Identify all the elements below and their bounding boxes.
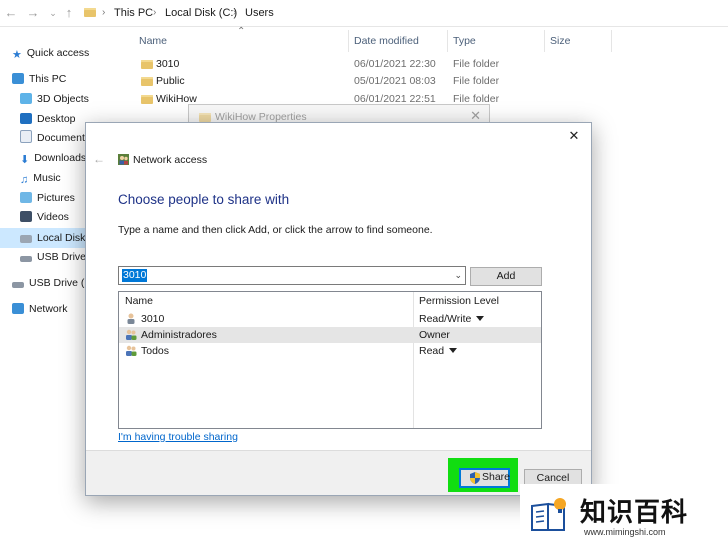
permission-dropdown[interactable]: Read xyxy=(419,343,458,359)
back-arrow-icon[interactable]: ← xyxy=(2,4,20,22)
dropdown-arrow-icon xyxy=(449,348,458,353)
list-header: Name Permission Level xyxy=(119,292,541,309)
sidebar-item-downloads[interactable]: ⬇ Downloads xyxy=(20,149,86,167)
trouble-sharing-link[interactable]: I'm having trouble sharing xyxy=(118,431,238,443)
column-separator xyxy=(447,30,448,52)
folder-icon xyxy=(141,60,153,69)
list-header-name[interactable]: Name xyxy=(125,295,153,307)
people-list: Name Permission Level 3010 Read/Write Ad… xyxy=(118,291,542,429)
sidebar-item-music[interactable]: ♫ Music xyxy=(20,169,61,187)
close-icon[interactable]: ✕ xyxy=(565,127,583,145)
add-button[interactable]: Add xyxy=(470,267,542,286)
music-icon: ♫ xyxy=(20,174,29,186)
sidebar-item-pictures[interactable]: Pictures xyxy=(20,189,75,207)
sidebar-item-usb-drive-d[interactable]: USB Drive (D xyxy=(12,274,92,292)
file-row[interactable]: Public 05/01/2021 08:03 File folder xyxy=(139,73,579,90)
breadcrumb-users[interactable]: Users xyxy=(245,5,274,21)
sidebar-item-network[interactable]: Network xyxy=(12,300,68,318)
shield-icon xyxy=(470,472,480,484)
column-header-name[interactable]: Name xyxy=(139,34,167,48)
breadcrumb-separator-icon: › xyxy=(153,7,157,18)
dialog-instruction: Type a name and then click Add, or click… xyxy=(118,224,433,236)
forward-arrow-icon[interactable]: → xyxy=(24,4,42,22)
book-lightbulb-logo-icon xyxy=(530,496,570,532)
computer-icon xyxy=(12,73,24,84)
column-separator xyxy=(544,30,545,52)
dialog-title: Network access xyxy=(133,154,208,166)
list-header-permission[interactable]: Permission Level xyxy=(419,295,499,307)
file-row[interactable]: 3010 06/01/2021 22:30 File folder xyxy=(139,56,579,73)
document-icon xyxy=(20,130,32,143)
breadcrumb-separator-icon: › xyxy=(233,7,237,18)
list-item[interactable]: 3010 Read/Write xyxy=(121,311,539,327)
column-separator xyxy=(611,30,612,52)
download-icon: ⬇ xyxy=(20,154,30,166)
network-access-dialog: ✕ ← Network access Choose people to shar… xyxy=(85,122,592,496)
watermark-text: 知识百科 xyxy=(580,498,689,528)
sidebar-item-this-pc[interactable]: This PC xyxy=(12,70,66,88)
sidebar-item-usb-drive[interactable]: USB Drive ( xyxy=(20,248,92,266)
permission-label: Owner xyxy=(419,329,450,341)
column-separator xyxy=(348,30,349,52)
back-arrow-icon[interactable]: ← xyxy=(93,152,105,166)
sidebar-item-local-disk[interactable]: Local Disk ( xyxy=(20,229,92,247)
address-bar: ← → ⌄ ↑ › This PC › Local Disk (C:) › Us… xyxy=(0,0,728,27)
cube-icon xyxy=(20,93,32,104)
breadcrumb-this-pc[interactable]: This PC xyxy=(114,5,153,21)
breadcrumb-local-disk[interactable]: Local Disk (C:) xyxy=(165,5,237,21)
picture-icon xyxy=(20,192,32,203)
usb-drive-icon xyxy=(12,282,24,288)
users-group-icon xyxy=(125,329,137,340)
sort-up-icon: ⌃ xyxy=(237,26,246,37)
usb-drive-icon xyxy=(20,256,32,262)
network-icon xyxy=(12,303,24,314)
sidebar-item-3d-objects[interactable]: 3D Objects xyxy=(20,90,89,108)
users-group-icon xyxy=(125,345,137,356)
user-icon xyxy=(125,313,137,324)
list-item-selected[interactable]: Administradores Owner xyxy=(119,327,541,343)
breadcrumb-separator-icon: › xyxy=(102,7,106,18)
share-name-combobox[interactable]: 3010 ⌄ xyxy=(118,266,466,285)
sidebar-item-quick-access[interactable]: ★ Quick access xyxy=(12,44,89,62)
dropdown-arrow-icon xyxy=(476,316,485,321)
up-arrow-icon[interactable]: ↑ xyxy=(60,4,78,22)
video-icon xyxy=(20,211,32,222)
sidebar-item-documents[interactable]: Documents xyxy=(20,129,90,147)
permission-dropdown[interactable]: Read/Write xyxy=(419,311,485,327)
network-users-icon xyxy=(118,154,129,165)
watermark-url: www.mimingshi.com xyxy=(584,527,666,537)
watermark: 知识百科 www.mimingshi.com xyxy=(520,484,728,546)
folder-icon xyxy=(84,8,96,17)
sidebar-item-desktop[interactable]: Desktop xyxy=(20,110,76,128)
desktop-icon xyxy=(20,113,32,124)
chevron-down-icon[interactable]: ⌄ xyxy=(454,268,462,282)
folder-icon xyxy=(141,77,153,86)
column-header-date[interactable]: Date modified xyxy=(354,34,419,48)
star-icon: ★ xyxy=(12,49,22,61)
folder-icon xyxy=(199,113,211,122)
drive-icon xyxy=(20,235,32,243)
folder-icon xyxy=(141,95,153,104)
column-header-type[interactable]: Type xyxy=(453,34,476,48)
column-header-size[interactable]: Size xyxy=(550,34,570,48)
list-item[interactable]: Todos Read xyxy=(121,343,539,359)
dialog-heading: Choose people to share with xyxy=(118,192,290,207)
share-name-input[interactable]: 3010 xyxy=(122,269,148,282)
sidebar-item-videos[interactable]: Videos xyxy=(20,208,69,226)
share-button[interactable]: Share xyxy=(459,468,510,488)
